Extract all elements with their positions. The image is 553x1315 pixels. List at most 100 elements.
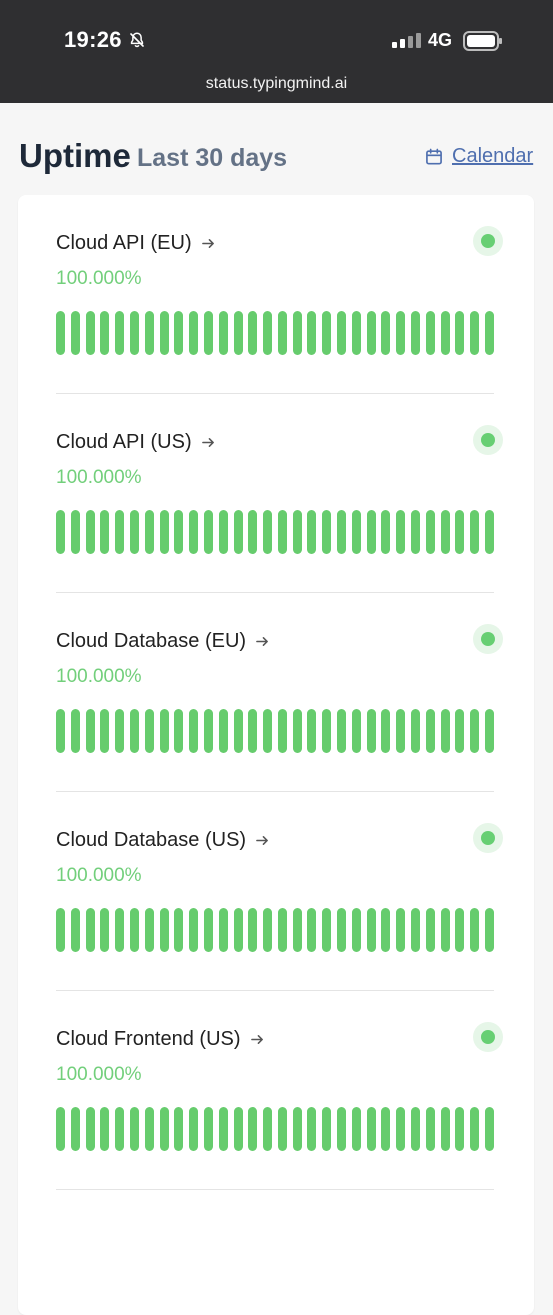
uptime-day-bar[interactable] (233, 311, 243, 355)
uptime-day-bar[interactable] (100, 709, 110, 753)
uptime-day-bar[interactable] (396, 311, 406, 355)
uptime-day-bar[interactable] (337, 311, 347, 355)
uptime-day-bar[interactable] (322, 311, 332, 355)
uptime-day-bar[interactable] (277, 1107, 287, 1151)
uptime-day-bar[interactable] (307, 709, 317, 753)
uptime-day-bar[interactable] (203, 311, 213, 355)
uptime-day-bar[interactable] (144, 510, 154, 554)
uptime-day-bar[interactable] (440, 311, 450, 355)
uptime-day-bar[interactable] (248, 1107, 258, 1151)
uptime-day-bar[interactable] (85, 1107, 95, 1151)
uptime-day-bar[interactable] (56, 709, 65, 753)
uptime-day-bar[interactable] (159, 510, 169, 554)
service-link[interactable]: Cloud Database (US) (56, 829, 269, 852)
uptime-day-bar[interactable] (56, 510, 65, 554)
uptime-day-bar[interactable] (100, 908, 110, 952)
uptime-day-bar[interactable] (263, 908, 273, 952)
uptime-day-bar[interactable] (322, 908, 332, 952)
uptime-day-bar[interactable] (248, 510, 258, 554)
uptime-day-bar[interactable] (85, 709, 95, 753)
uptime-day-bar[interactable] (307, 1107, 317, 1151)
uptime-day-bar[interactable] (351, 709, 361, 753)
uptime-day-bar[interactable] (396, 1107, 406, 1151)
uptime-day-bar[interactable] (455, 709, 465, 753)
uptime-day-bar[interactable] (189, 1107, 199, 1151)
uptime-day-bar[interactable] (366, 908, 376, 952)
calendar-link[interactable]: Calendar (424, 145, 533, 168)
uptime-day-bar[interactable] (470, 908, 480, 952)
uptime-day-bar[interactable] (425, 709, 435, 753)
uptime-day-bar[interactable] (233, 908, 243, 952)
uptime-day-bar[interactable] (233, 1107, 243, 1151)
service-name[interactable]: Cloud Frontend (US) (56, 1028, 241, 1051)
uptime-day-bar[interactable] (218, 1107, 228, 1151)
uptime-day-bar[interactable] (381, 709, 391, 753)
uptime-day-bar[interactable] (455, 510, 465, 554)
uptime-day-bar[interactable] (485, 709, 494, 753)
uptime-day-bar[interactable] (440, 908, 450, 952)
uptime-day-bar[interactable] (144, 908, 154, 952)
uptime-day-bar[interactable] (189, 709, 199, 753)
uptime-day-bar[interactable] (411, 908, 421, 952)
uptime-day-bar[interactable] (411, 311, 421, 355)
uptime-day-bar[interactable] (307, 908, 317, 952)
uptime-day-bar[interactable] (440, 709, 450, 753)
uptime-day-bar[interactable] (159, 908, 169, 952)
uptime-day-bar[interactable] (263, 311, 273, 355)
uptime-day-bar[interactable] (56, 311, 65, 355)
uptime-day-bar[interactable] (440, 1107, 450, 1151)
uptime-day-bar[interactable] (203, 510, 213, 554)
uptime-day-bar[interactable] (129, 908, 139, 952)
uptime-day-bar[interactable] (70, 709, 80, 753)
uptime-day-bar[interactable] (263, 510, 273, 554)
uptime-day-bar[interactable] (218, 908, 228, 952)
uptime-day-bar[interactable] (115, 510, 125, 554)
uptime-day-bar[interactable] (115, 908, 125, 952)
uptime-day-bar[interactable] (470, 709, 480, 753)
uptime-day-bar[interactable] (292, 1107, 302, 1151)
uptime-day-bar[interactable] (233, 709, 243, 753)
uptime-day-bar[interactable] (218, 709, 228, 753)
uptime-day-bar[interactable] (440, 510, 450, 554)
uptime-day-bar[interactable] (351, 311, 361, 355)
uptime-day-bar[interactable] (322, 510, 332, 554)
service-name[interactable]: Cloud Database (US) (56, 829, 246, 852)
uptime-day-bar[interactable] (366, 1107, 376, 1151)
uptime-day-bar[interactable] (396, 709, 406, 753)
service-link[interactable]: Cloud API (US) (56, 431, 215, 454)
uptime-day-bar[interactable] (70, 510, 80, 554)
service-link[interactable]: Cloud API (EU) (56, 232, 215, 255)
uptime-day-bar[interactable] (307, 510, 317, 554)
uptime-day-bar[interactable] (277, 709, 287, 753)
uptime-day-bar[interactable] (115, 709, 125, 753)
uptime-day-bar[interactable] (485, 908, 494, 952)
uptime-day-bar[interactable] (351, 510, 361, 554)
service-name[interactable]: Cloud API (EU) (56, 232, 192, 255)
uptime-day-bar[interactable] (56, 908, 65, 952)
uptime-day-bar[interactable] (337, 510, 347, 554)
uptime-day-bar[interactable] (159, 1107, 169, 1151)
uptime-day-bar[interactable] (366, 311, 376, 355)
uptime-day-bar[interactable] (203, 1107, 213, 1151)
service-link[interactable]: Cloud Frontend (US) (56, 1028, 264, 1051)
uptime-day-bar[interactable] (189, 311, 199, 355)
uptime-day-bar[interactable] (233, 510, 243, 554)
uptime-day-bar[interactable] (425, 510, 435, 554)
uptime-day-bar[interactable] (129, 510, 139, 554)
uptime-day-bar[interactable] (129, 709, 139, 753)
service-name[interactable]: Cloud Database (EU) (56, 630, 246, 653)
uptime-day-bar[interactable] (292, 908, 302, 952)
uptime-day-bar[interactable] (129, 311, 139, 355)
uptime-day-bar[interactable] (203, 908, 213, 952)
uptime-day-bar[interactable] (85, 908, 95, 952)
url-bar[interactable]: status.typingmind.ai (0, 75, 553, 93)
uptime-day-bar[interactable] (485, 311, 494, 355)
uptime-day-bar[interactable] (396, 908, 406, 952)
uptime-day-bar[interactable] (100, 1107, 110, 1151)
uptime-day-bar[interactable] (70, 311, 80, 355)
uptime-day-bar[interactable] (159, 709, 169, 753)
uptime-day-bar[interactable] (425, 1107, 435, 1151)
uptime-day-bar[interactable] (115, 1107, 125, 1151)
uptime-day-bar[interactable] (381, 1107, 391, 1151)
uptime-day-bar[interactable] (174, 908, 184, 952)
